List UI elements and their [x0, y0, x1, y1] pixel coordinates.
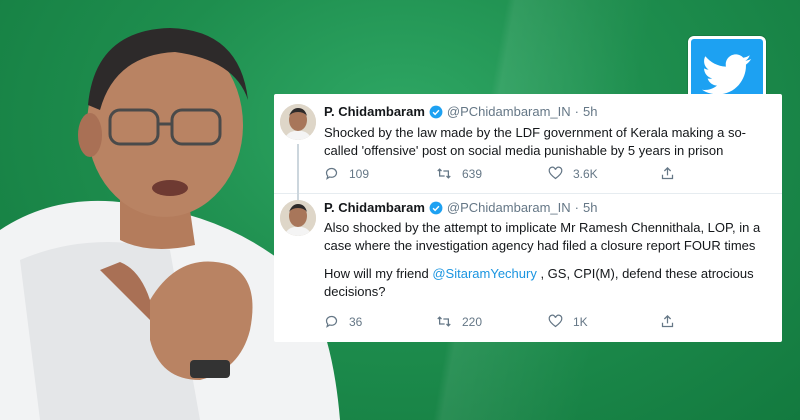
share-icon	[661, 166, 674, 180]
author-handle[interactable]: @PChidambaram_IN	[447, 200, 571, 215]
tweet-actions: 36 220 1K	[324, 314, 744, 329]
reply-button[interactable]: 109	[324, 166, 436, 181]
share-button[interactable]	[660, 166, 690, 181]
paragraph-text: How will my friend	[324, 266, 433, 281]
retweet-count: 220	[462, 314, 483, 329]
tweet-text: Also shocked by the attempt to implicate…	[324, 219, 774, 311]
tweet-thread-card: P. Chidambaram @PChidambaram_IN · 5h Sho…	[274, 94, 782, 342]
reply-button[interactable]: 36	[324, 314, 436, 329]
avatar[interactable]	[280, 200, 316, 236]
reply-count: 36	[349, 314, 363, 329]
reply-count: 109	[349, 166, 370, 181]
avatar[interactable]	[280, 104, 316, 140]
mention-link[interactable]: @SitaramYechury	[432, 266, 536, 281]
retweet-icon	[437, 168, 451, 179]
like-icon	[548, 314, 563, 328]
like-icon	[548, 166, 563, 180]
tweet-1[interactable]: P. Chidambaram @PChidambaram_IN · 5h Sho…	[274, 94, 782, 206]
author-name[interactable]: P. Chidambaram	[324, 200, 425, 215]
verified-icon	[429, 201, 443, 214]
tweet-2[interactable]: P. Chidambaram @PChidambaram_IN · 5h Als…	[274, 194, 782, 342]
tweet-paragraph: How will my friend @SitaramYechury , GS,…	[324, 265, 774, 301]
retweet-button[interactable]: 639	[436, 166, 548, 181]
tweet-timestamp[interactable]: 5h	[583, 200, 597, 215]
tweet-paragraph: Shocked by the law made by the LDF gover…	[324, 125, 746, 158]
share-button[interactable]	[660, 314, 690, 329]
twitter-bird-icon	[702, 54, 752, 95]
retweet-button[interactable]: 220	[436, 314, 548, 329]
like-button[interactable]: 1K	[548, 314, 660, 329]
tweet-header: P. Chidambaram @PChidambaram_IN · 5h	[324, 200, 597, 215]
tweet-actions: 109 639 3.6K	[324, 166, 744, 181]
retweet-count: 639	[462, 166, 483, 181]
tweet-timestamp[interactable]: 5h	[583, 104, 597, 119]
separator-dot: ·	[574, 104, 580, 119]
reply-icon	[325, 167, 338, 180]
author-handle[interactable]: @PChidambaram_IN	[447, 104, 571, 119]
tweet-paragraph: Also shocked by the attempt to implicate…	[324, 220, 761, 253]
like-count: 1K	[573, 314, 588, 329]
author-name[interactable]: P. Chidambaram	[324, 104, 425, 119]
share-icon	[661, 314, 674, 328]
retweet-icon	[437, 316, 451, 327]
tweet-header: P. Chidambaram @PChidambaram_IN · 5h	[324, 104, 597, 119]
reply-icon	[325, 315, 338, 328]
tweet-text: Shocked by the law made by the LDF gover…	[324, 124, 774, 170]
separator-dot: ·	[574, 200, 580, 215]
like-count: 3.6K	[573, 166, 598, 181]
like-button[interactable]: 3.6K	[548, 166, 660, 181]
verified-icon	[429, 105, 443, 118]
